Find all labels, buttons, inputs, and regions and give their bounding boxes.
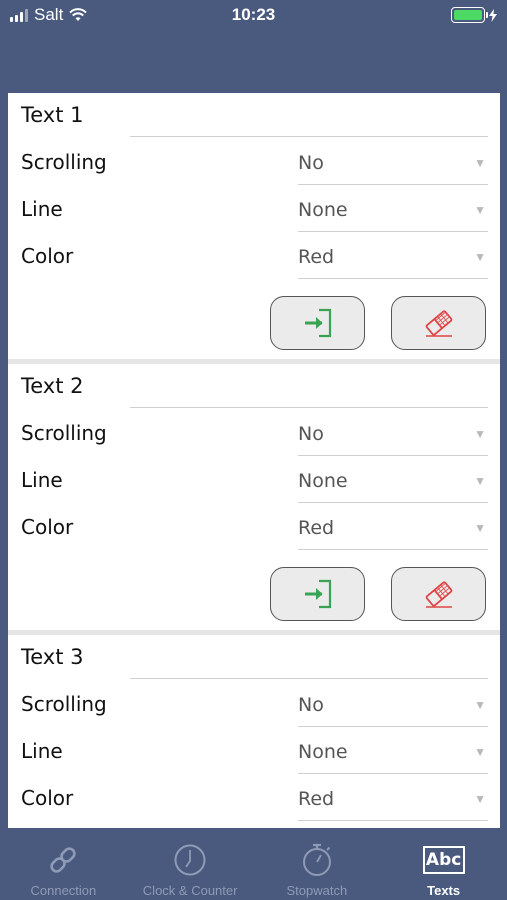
dropdown-arrow-icon: ▼ — [474, 427, 486, 441]
line-label: Line — [21, 197, 63, 221]
stopwatch-icon — [302, 843, 331, 876]
color-label: Color — [21, 786, 74, 810]
line-value: None — [298, 470, 348, 492]
line-label: Line — [21, 739, 63, 763]
scrolling-label: Scrolling — [21, 421, 107, 445]
scrolling-value: No — [298, 152, 324, 174]
text-card-title: Text 2 — [21, 374, 84, 398]
status-time: 10:23 — [231, 5, 276, 24]
text-input-underline[interactable] — [130, 678, 488, 679]
scrolling-row: Scrolling No ▼ — [8, 413, 500, 460]
scrolling-value: No — [298, 694, 324, 716]
tab-label: Stopwatch — [286, 883, 348, 898]
status-bar: Salt 10:23 — [0, 0, 507, 32]
scrolling-select[interactable]: No ▼ — [298, 413, 488, 456]
charging-icon — [489, 8, 497, 22]
color-select[interactable]: Red ▼ — [298, 778, 488, 821]
tab-clock-counter[interactable]: Clock & Counter — [127, 833, 254, 900]
dropdown-arrow-icon: ▼ — [474, 792, 486, 806]
line-row: Line None ▼ — [8, 189, 500, 236]
color-label: Color — [21, 515, 74, 539]
tab-connection[interactable]: Connection — [0, 833, 127, 900]
dropdown-arrow-icon: ▼ — [474, 203, 486, 217]
line-value: None — [298, 741, 348, 763]
sign-in-icon — [304, 308, 331, 338]
color-label: Color — [21, 244, 74, 268]
line-row: Line None ▼ — [8, 460, 500, 507]
dropdown-arrow-icon: ▼ — [474, 250, 486, 264]
color-row: Color Red ▼ — [8, 778, 500, 825]
line-value: None — [298, 199, 348, 221]
text-card-3: Text 3 Scrolling No ▼ Line None ▼ Color — [8, 635, 500, 828]
abc-icon: Abc — [422, 846, 465, 874]
texts-list[interactable]: Text 1 Scrolling No ▼ Line None ▼ Color — [8, 93, 500, 828]
scrolling-label: Scrolling — [21, 150, 107, 174]
clock-icon — [174, 844, 206, 876]
tab-texts[interactable]: Abc Texts — [380, 833, 507, 900]
dropdown-arrow-icon: ▼ — [474, 156, 486, 170]
scrolling-row: Scrolling No ▼ — [8, 142, 500, 189]
text-card-1: Text 1 Scrolling No ▼ Line None ▼ Color — [8, 93, 500, 364]
tab-bar: Connection Clock & Counter Stopwatch Abc… — [0, 833, 507, 900]
color-select[interactable]: Red ▼ — [298, 507, 488, 550]
dropdown-arrow-icon: ▼ — [474, 745, 486, 759]
color-row: Color Red ▼ — [8, 507, 500, 554]
send-text-button[interactable] — [270, 567, 365, 621]
color-value: Red — [298, 517, 335, 539]
scrolling-label: Scrolling — [21, 692, 107, 716]
color-value: Red — [298, 788, 335, 810]
text-card-title: Text 1 — [21, 103, 84, 127]
scrolling-select[interactable]: No ▼ — [298, 684, 488, 727]
dropdown-arrow-icon: ▼ — [474, 698, 486, 712]
line-select[interactable]: None ▼ — [298, 460, 488, 503]
tab-label: Texts — [427, 883, 461, 898]
status-right — [451, 7, 497, 23]
line-select[interactable]: None ▼ — [298, 731, 488, 774]
color-row: Color Red ▼ — [8, 236, 500, 283]
line-label: Line — [21, 468, 63, 492]
line-row: Line None ▼ — [8, 731, 500, 778]
scrolling-select[interactable]: No ▼ — [298, 142, 488, 185]
text-input-underline[interactable] — [130, 407, 488, 408]
eraser-icon — [425, 581, 452, 608]
sign-in-icon — [304, 579, 331, 609]
tab-stopwatch[interactable]: Stopwatch — [254, 833, 381, 900]
send-text-button[interactable] — [270, 296, 365, 350]
text-card-title: Text 3 — [21, 645, 84, 669]
tab-label: Clock & Counter — [142, 883, 238, 898]
color-value: Red — [298, 246, 335, 268]
text-input-underline[interactable] — [130, 136, 488, 137]
clear-text-button[interactable] — [391, 567, 486, 621]
color-select[interactable]: Red ▼ — [298, 236, 488, 279]
scrolling-row: Scrolling No ▼ — [8, 684, 500, 731]
line-select[interactable]: None ▼ — [298, 189, 488, 232]
scrolling-value: No — [298, 423, 324, 445]
link-icon — [50, 847, 77, 873]
dropdown-arrow-icon: ▼ — [474, 474, 486, 488]
battery-icon — [451, 7, 488, 23]
text-card-2: Text 2 Scrolling No ▼ Line None ▼ Color — [8, 364, 500, 635]
dropdown-arrow-icon: ▼ — [474, 521, 486, 535]
clear-text-button[interactable] — [391, 296, 486, 350]
eraser-icon — [425, 310, 452, 337]
tab-label: Connection — [30, 883, 97, 898]
